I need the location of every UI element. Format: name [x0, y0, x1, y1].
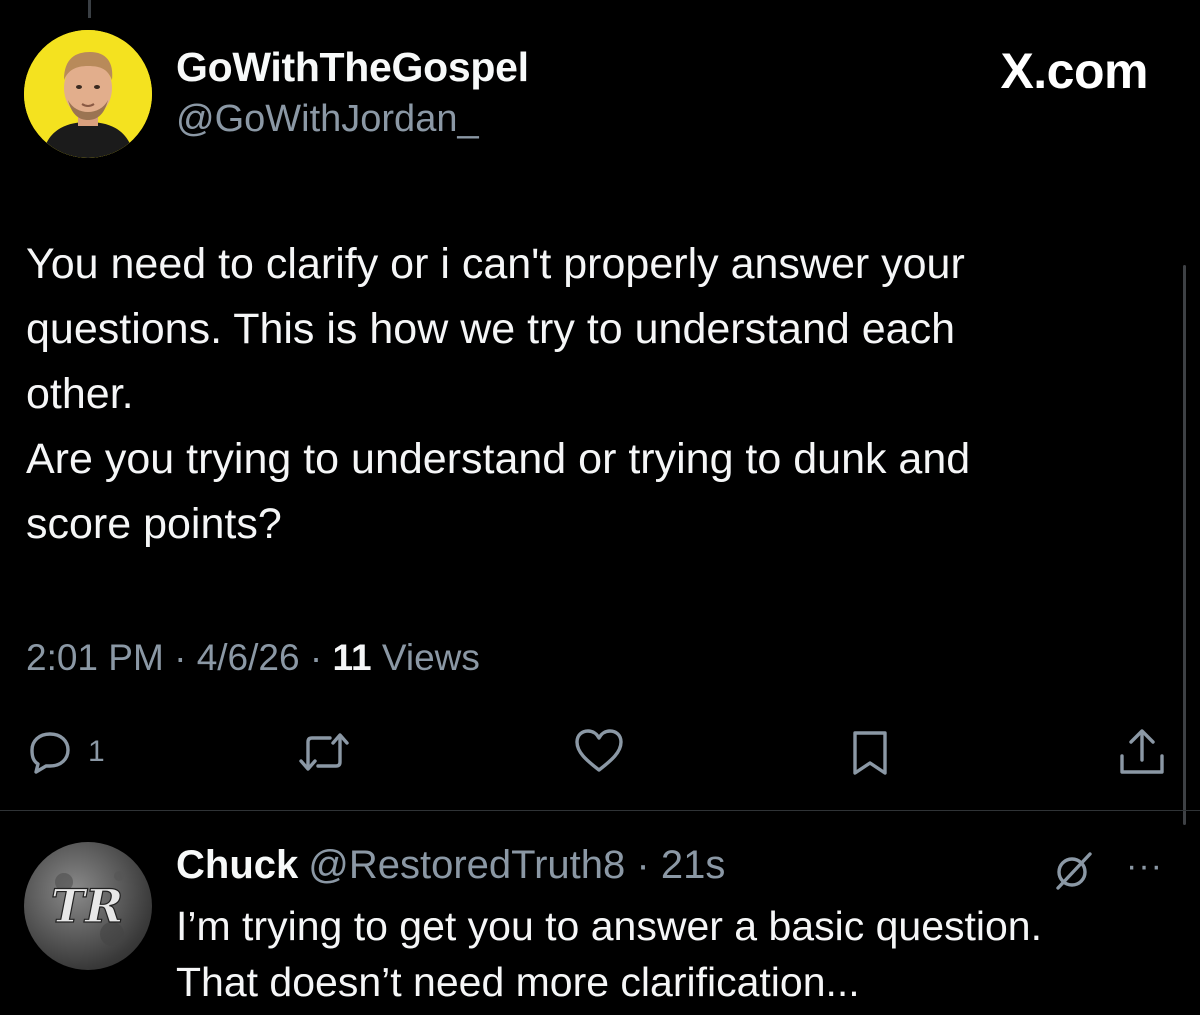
scrollbar[interactable]	[1183, 265, 1186, 825]
reply-button[interactable]: 1	[26, 728, 105, 776]
views-count: 11	[332, 637, 372, 678]
tweet-text: You need to clarify or i can't properly …	[26, 240, 971, 548]
like-button[interactable]	[572, 726, 626, 776]
bookmark-icon	[853, 731, 887, 775]
grok-button[interactable]	[1050, 848, 1096, 899]
reply-author-avatar[interactable]: TR	[24, 842, 152, 970]
divider	[0, 810, 1200, 811]
reply-age[interactable]: 21s	[661, 843, 726, 887]
bookmark-button[interactable]	[848, 728, 892, 778]
meta-separator: ·	[174, 637, 197, 678]
tweet-time[interactable]: 2:01 PM	[26, 637, 164, 678]
reply-handle[interactable]: @RestoredTruth8	[308, 843, 625, 887]
heart-icon	[575, 729, 623, 772]
share-upload-icon	[1120, 729, 1164, 774]
meta-separator: ·	[309, 637, 333, 678]
speech-bubble-icon	[30, 732, 70, 774]
reply-count: 1	[88, 735, 105, 768]
author-avatar[interactable]	[24, 30, 152, 158]
reply-text: I’m trying to get you to answer a basic …	[176, 903, 1043, 1005]
more-options-button[interactable]: ···	[1126, 847, 1163, 886]
repost-arrows-icon	[299, 733, 349, 771]
reply-display-name[interactable]: Chuck	[176, 843, 298, 887]
author-handle[interactable]: @GoWithJordan_	[176, 98, 479, 141]
thread-connector-line	[88, 0, 91, 18]
views-label: Views	[381, 637, 480, 678]
slash-circle-icon	[1056, 852, 1092, 890]
brand-watermark: X.com	[1000, 43, 1148, 99]
repost-button[interactable]	[296, 728, 352, 776]
avatar-monogram: TR	[51, 879, 123, 933]
reply-header: Chuck @RestoredTruth8 · 21s	[176, 843, 725, 888]
author-display-name[interactable]: GoWithTheGospel	[176, 44, 529, 91]
tweet-date[interactable]: 4/6/26	[197, 637, 300, 678]
share-button[interactable]	[1116, 726, 1168, 778]
tweet-meta: 2:01 PM · 4/6/26 · 11 Views	[26, 637, 480, 679]
meta-separator: ·	[625, 843, 661, 887]
